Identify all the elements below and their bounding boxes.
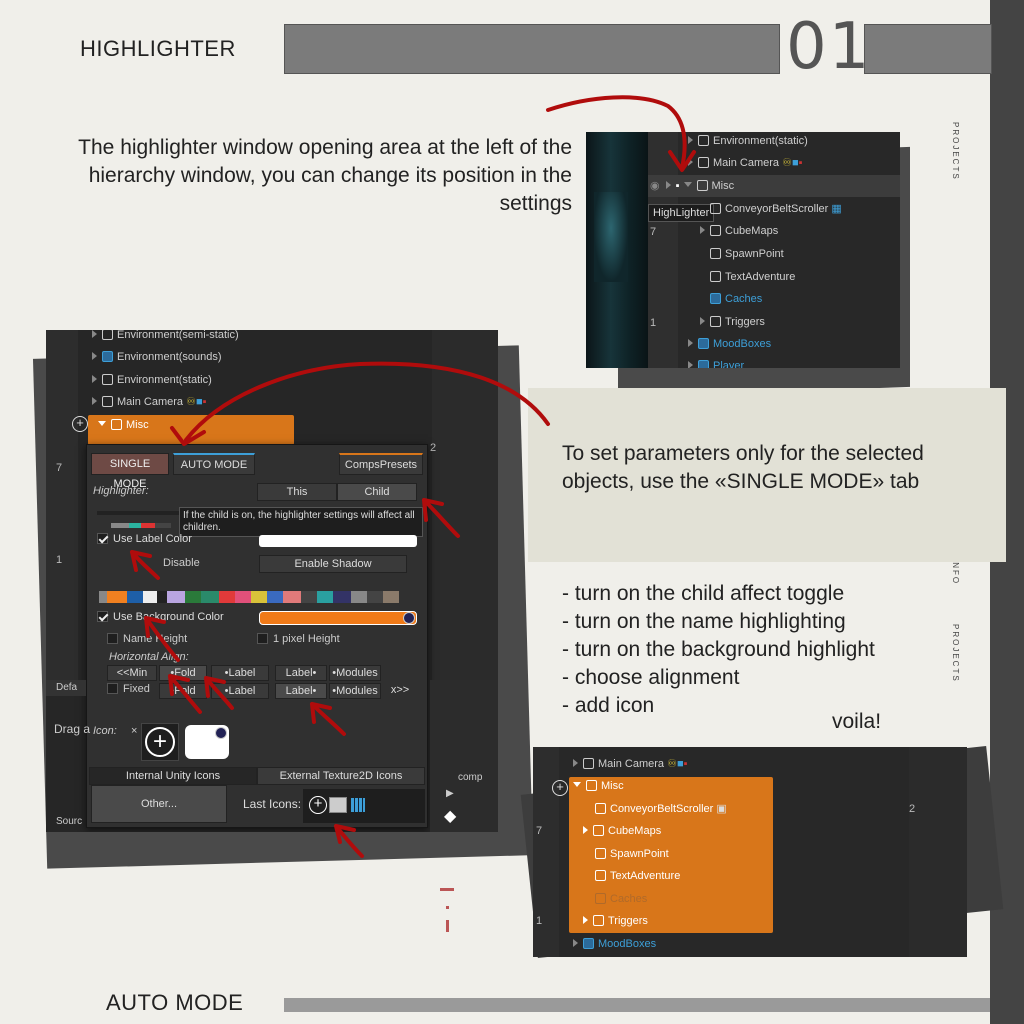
annotation-arrow <box>310 702 346 736</box>
annotation-layer <box>130 95 696 858</box>
annotation-arrow <box>422 498 460 538</box>
annotation-arrow <box>144 616 180 662</box>
annotation-arrow <box>334 824 364 858</box>
annotation-arrow <box>130 550 160 580</box>
annotation-arrow <box>168 674 202 714</box>
annotation-arrow <box>184 361 550 442</box>
annotation-arrow <box>546 95 687 170</box>
annotation-arrow <box>204 676 234 710</box>
page: HIGHLIGHTER 01 The highlighter window op… <box>0 0 1024 1024</box>
